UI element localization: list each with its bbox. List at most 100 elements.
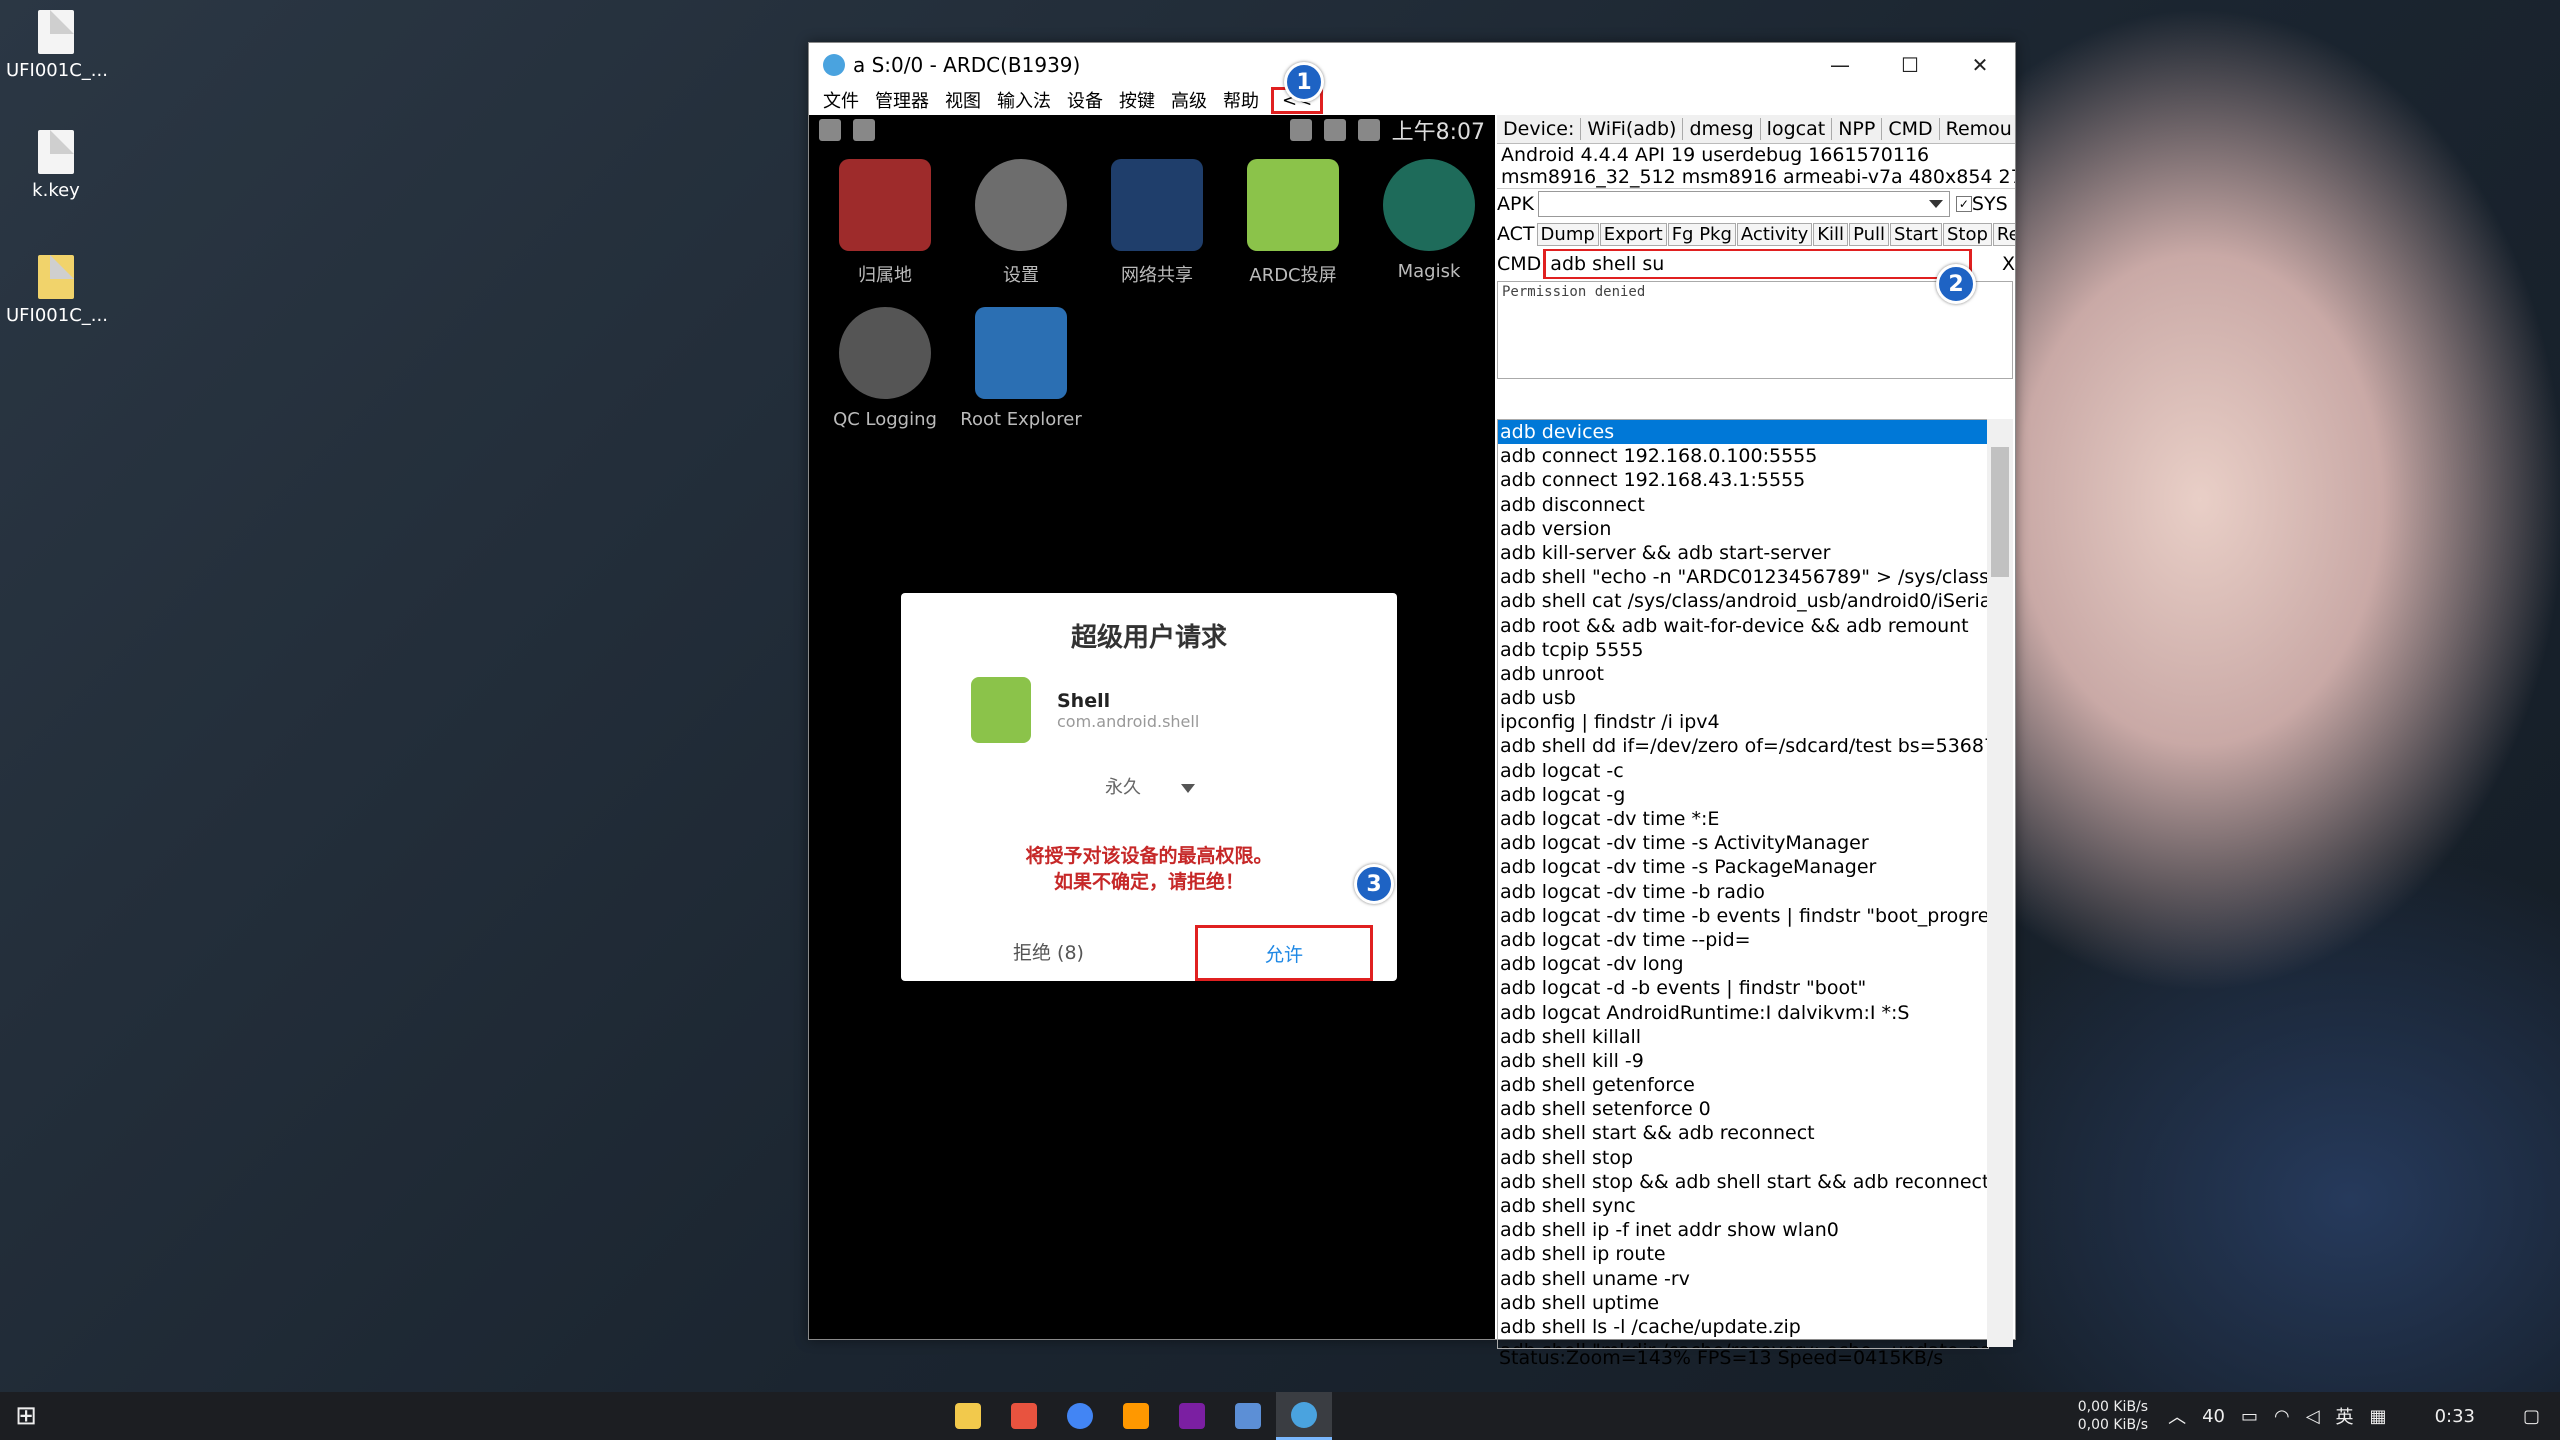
command-list-item[interactable]: adb shell killall xyxy=(1498,1025,1988,1049)
ardc-taskbar-icon[interactable] xyxy=(1276,1392,1332,1440)
phone-screen[interactable]: 上午8:07 归属地 设置 网络共享 ARDC投屏 Magisk QC Logg… xyxy=(809,115,1495,1339)
title-bar[interactable]: a S:0/0 - ARDC(B1939) — ☐ ✕ xyxy=(809,43,2015,87)
command-list-item[interactable]: adb shell ls -l /cache/update.zip xyxy=(1498,1315,1988,1339)
tab-npp[interactable]: NPP xyxy=(1832,118,1883,140)
desktop-file-k-key[interactable]: k.key xyxy=(6,130,106,201)
command-list-item[interactable]: adb logcat -dv time *:E xyxy=(1498,807,1988,831)
desktop-file-ufi001c-2[interactable]: UFI001C_... xyxy=(6,255,108,326)
chevron-up-icon[interactable]: ︿ xyxy=(2168,1403,2186,1429)
command-list-item[interactable]: adb shell stop && adb shell start && adb… xyxy=(1498,1170,1988,1194)
command-list-scrollbar[interactable] xyxy=(1987,419,2013,1347)
wifi-icon[interactable]: ◠ xyxy=(2274,1406,2290,1427)
command-list-item[interactable]: adb shell stop xyxy=(1498,1146,1988,1170)
git-taskbar-icon[interactable] xyxy=(996,1392,1052,1440)
menu-view[interactable]: 视图 xyxy=(937,87,989,113)
tab-logcat[interactable]: logcat xyxy=(1761,118,1833,140)
menu-help[interactable]: 帮助 xyxy=(1215,87,1267,113)
command-list-item[interactable]: adb tcpip 5555 xyxy=(1498,638,1988,662)
menu-manager[interactable]: 管理器 xyxy=(867,87,937,113)
windows-start-icon[interactable]: ⊞ xyxy=(0,1392,52,1440)
dump-button[interactable]: Dump xyxy=(1536,222,1599,246)
command-list-item[interactable]: adb logcat -dv long xyxy=(1498,952,1988,976)
kill-button[interactable]: Kill xyxy=(1813,222,1849,246)
minimize-button[interactable]: — xyxy=(1805,43,1875,87)
command-list-item[interactable]: adb shell setenforce 0 xyxy=(1498,1097,1988,1121)
tab-dmesg[interactable]: dmesg xyxy=(1683,118,1761,140)
menu-input-method[interactable]: 输入法 xyxy=(989,87,1059,113)
command-list-item[interactable]: adb logcat -g xyxy=(1498,783,1988,807)
volume-icon[interactable]: ◁ xyxy=(2306,1406,2320,1427)
command-list-item[interactable]: adb connect 192.168.43.1:5555 xyxy=(1498,468,1988,492)
command-list-item[interactable]: adb logcat -dv time -s PackageManager xyxy=(1498,855,1988,879)
media-app-taskbar-icon[interactable] xyxy=(1164,1392,1220,1440)
command-list-item[interactable]: adb shell "echo -n "ARDC0123456789" > /s… xyxy=(1498,565,1988,589)
command-list-item[interactable]: adb shell uptime xyxy=(1498,1291,1988,1315)
sys-checkbox[interactable]: ✓ xyxy=(1955,196,1972,212)
photos-taskbar-icon[interactable] xyxy=(1220,1392,1276,1440)
command-list-item[interactable]: adb version xyxy=(1498,517,1988,541)
battery-icon[interactable]: ▭ xyxy=(2241,1406,2258,1427)
command-list-item[interactable]: adb kill-server && adb start-server xyxy=(1498,541,1988,565)
apk-select[interactable] xyxy=(1537,191,1950,217)
menu-file[interactable]: 文件 xyxy=(815,87,867,113)
file-explorer-taskbar-icon[interactable] xyxy=(940,1392,996,1440)
duration-dropdown[interactable]: 永久 xyxy=(1105,773,1195,799)
app-tethering[interactable]: 网络共享 xyxy=(1089,159,1225,287)
desktop-file-ufi001c-1[interactable]: UFI001C_... xyxy=(6,10,108,81)
keyboard-grid-icon[interactable]: ▦ xyxy=(2370,1406,2387,1427)
app-magisk[interactable]: Magisk xyxy=(1361,159,1497,287)
command-list-item[interactable]: adb shell dd if=/dev/zero of=/sdcard/tes… xyxy=(1498,734,1988,758)
remove-button[interactable]: Remove xyxy=(1992,222,2015,246)
clear-cmd-button[interactable]: X xyxy=(2002,253,2015,275)
command-list-item[interactable]: adb logcat -dv time -b events | findstr … xyxy=(1498,904,1988,928)
command-list-item[interactable]: adb usb xyxy=(1498,686,1988,710)
ime-indicator[interactable]: 英 xyxy=(2336,1403,2354,1429)
tab-cmd[interactable]: CMD xyxy=(1882,118,1940,140)
command-list-item[interactable]: ipconfig | findstr /i ipv4 xyxy=(1498,710,1988,734)
tab-wifi-adb[interactable]: WiFi(adb) xyxy=(1581,118,1684,140)
clock[interactable]: 0:33 xyxy=(2435,1406,2475,1427)
command-list[interactable]: adb devices adb connect 192.168.0.100:555… xyxy=(1497,419,1989,1349)
command-list-item[interactable]: adb shell ip -f inet addr show wlan0 xyxy=(1498,1218,1988,1242)
command-list-item[interactable]: adb shell start && adb reconnect xyxy=(1498,1121,1988,1145)
command-list-item[interactable]: adb root && adb wait-for-device && adb r… xyxy=(1498,614,1988,638)
command-list-item[interactable]: adb shell kill -9 xyxy=(1498,1049,1988,1073)
notification-icon[interactable]: ▢ xyxy=(2523,1406,2540,1427)
app-root-explorer[interactable]: Root Explorer xyxy=(953,307,1089,430)
activity-button[interactable]: Activity xyxy=(1736,222,1813,246)
command-list-item[interactable]: adb logcat -d -b events | findstr "boot" xyxy=(1498,976,1988,1000)
command-list-item[interactable]: adb disconnect xyxy=(1498,493,1988,517)
command-list-item[interactable]: adb shell uname -rv xyxy=(1498,1267,1988,1291)
start-button[interactable]: Start xyxy=(1890,222,1942,246)
command-list-item[interactable]: adb shell getenforce xyxy=(1498,1073,1988,1097)
maximize-button[interactable]: ☐ xyxy=(1875,43,1945,87)
command-list-item[interactable]: adb logcat -dv time -b radio xyxy=(1498,880,1988,904)
menu-device[interactable]: 设备 xyxy=(1059,87,1111,113)
command-list-item[interactable]: adb connect 192.168.0.100:5555 xyxy=(1498,444,1988,468)
app-qc-logging[interactable]: QC Logging xyxy=(817,307,953,430)
app-ardc[interactable]: ARDC投屏 xyxy=(1225,159,1361,287)
sublime-taskbar-icon[interactable] xyxy=(1108,1392,1164,1440)
command-list-item[interactable]: adb unroot xyxy=(1498,662,1988,686)
command-list-item[interactable]: adb shell ip route xyxy=(1498,1242,1988,1266)
menu-keys[interactable]: 按键 xyxy=(1111,87,1163,113)
command-list-item[interactable]: adb logcat -dv time --pid= xyxy=(1498,928,1988,952)
chrome-taskbar-icon[interactable] xyxy=(1052,1392,1108,1440)
allow-button[interactable]: 允许 xyxy=(1195,925,1373,981)
command-list-item[interactable]: adb shell sync xyxy=(1498,1194,1988,1218)
command-list-item[interactable]: adb logcat -dv time -s ActivityManager xyxy=(1498,831,1988,855)
app-settings[interactable]: 设置 xyxy=(953,159,1089,287)
command-list-item[interactable]: adb logcat -c xyxy=(1498,759,1988,783)
close-button[interactable]: ✕ xyxy=(1945,43,2015,87)
export-button[interactable]: Export xyxy=(1599,222,1667,246)
stop-button[interactable]: Stop xyxy=(1943,222,1992,246)
command-list-item[interactable]: adb devices xyxy=(1498,420,1988,445)
tab-remote[interactable]: Remou xyxy=(1940,118,2015,140)
command-list-item[interactable]: adb logcat AndroidRuntime:I dalvikvm:I *… xyxy=(1498,1001,1988,1025)
scrollbar-thumb[interactable] xyxy=(1991,447,2009,577)
app-location[interactable]: 归属地 xyxy=(817,159,953,287)
deny-button[interactable]: 拒绝 (8) xyxy=(1013,938,1084,965)
menu-advanced[interactable]: 高级 xyxy=(1163,87,1215,113)
fg-pkg-button[interactable]: Fg Pkg xyxy=(1667,222,1736,246)
command-list-item[interactable]: adb shell cat /sys/class/android_usb/and… xyxy=(1498,589,1988,613)
